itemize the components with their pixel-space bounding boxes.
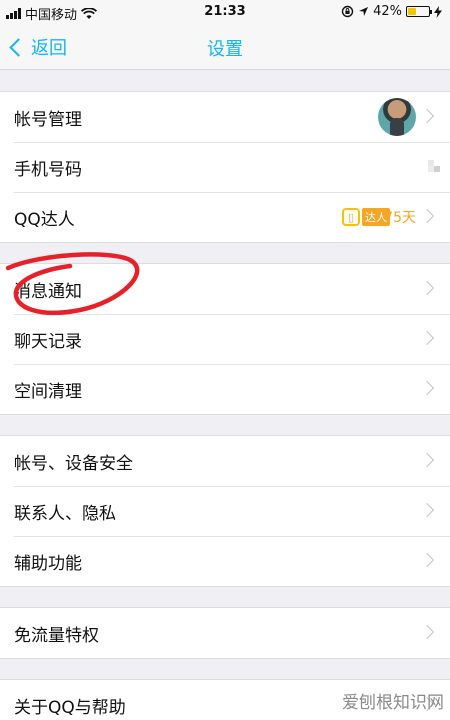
settings-item-chat-history[interactable]: 聊天记录	[0, 314, 450, 364]
settings-item-qq-expert[interactable]: QQ达人 ▯ 达人 75天	[0, 192, 450, 242]
settings-item-label: 辅助功能	[14, 553, 82, 574]
location-icon	[359, 7, 369, 16]
settings-group-security: 帐号、设备安全 联系人、隐私 辅助功能	[0, 435, 450, 587]
settings-item-label: 关于QQ与帮助	[14, 697, 126, 718]
settings-item-storage-cleanup[interactable]: 空间清理	[0, 364, 450, 414]
redacted-value	[428, 160, 442, 174]
phone-badge-icon: ▯	[342, 208, 360, 226]
chevron-right-icon	[419, 208, 435, 224]
settings-item-label: 联系人、隐私	[14, 503, 116, 524]
battery-icon	[406, 6, 432, 17]
settings-item-account-security[interactable]: 帐号、设备安全	[0, 436, 450, 486]
settings-item-label: QQ达人	[14, 209, 75, 230]
status-bar: 中国移动 21:33 42%	[0, 0, 450, 24]
watermark: 爱刨根知识网	[342, 693, 444, 713]
settings-item-notifications[interactable]: 消息通知	[0, 264, 450, 314]
settings-item-label: 手机号码	[14, 159, 82, 180]
chevron-right-icon	[419, 624, 435, 640]
settings-item-label: 帐号管理	[14, 109, 82, 130]
expert-days: 75天	[384, 210, 416, 226]
chevron-right-icon	[419, 552, 435, 568]
settings-item-label: 空间清理	[14, 381, 82, 402]
settings-item-phone-number[interactable]: 手机号码	[0, 142, 450, 192]
settings-item-label: 聊天记录	[14, 331, 82, 352]
battery-percent: 42%	[373, 4, 402, 19]
settings-item-label: 帐号、设备安全	[14, 453, 133, 474]
chevron-right-icon	[419, 108, 435, 124]
charging-icon	[434, 5, 442, 18]
settings-item-contacts-privacy[interactable]: 联系人、隐私	[0, 486, 450, 536]
settings-item-account-management[interactable]: 帐号管理	[0, 92, 450, 142]
settings-item-label: 免流量特权	[14, 625, 99, 646]
settings-group-messages: 消息通知 聊天记录 空间清理	[0, 263, 450, 415]
chevron-right-icon	[419, 452, 435, 468]
settings-item-label: 消息通知	[14, 281, 82, 302]
settings-item-free-data[interactable]: 免流量特权	[0, 608, 450, 658]
chevron-right-icon	[419, 502, 435, 518]
settings-group-account: 帐号管理 手机号码 QQ达人 ▯ 达人 75天	[0, 91, 450, 243]
chevron-right-icon	[419, 280, 435, 296]
settings-item-accessibility[interactable]: 辅助功能	[0, 536, 450, 586]
chevron-right-icon	[419, 380, 435, 396]
chevron-right-icon	[419, 330, 435, 346]
nav-bar: 返回 设置	[0, 24, 450, 70]
status-right: 42%	[341, 4, 442, 19]
avatar	[378, 98, 416, 136]
expert-badge: ▯ 达人	[342, 208, 390, 226]
settings-group-data: 免流量特权	[0, 607, 450, 659]
screen-lock-icon	[341, 5, 354, 18]
page-title: 设置	[207, 39, 243, 60]
